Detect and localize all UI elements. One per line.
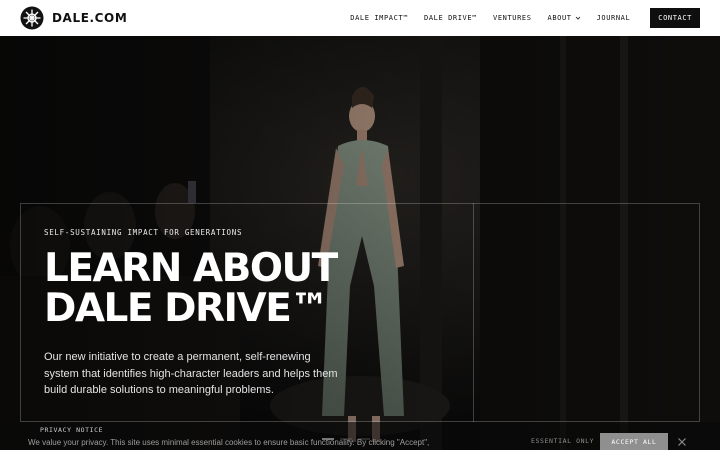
nav-dale-drive[interactable]: DALE DRIVE™ [424,14,477,22]
privacy-notice-text: We value your privacy. This site uses mi… [28,438,430,447]
main-nav: DALE IMPACT™ DALE DRIVE™ VENTURES ABOUT … [350,8,700,28]
accept-all-button[interactable]: ACCEPT ALL [600,433,668,450]
nav-ventures[interactable]: VENTURES [493,14,532,22]
essential-only-button[interactable]: ESSENTIAL ONLY [531,437,594,445]
nav-about-label: ABOUT [547,14,572,22]
hero-headline-line-2: DALE DRIVE™ [44,286,329,331]
close-icon[interactable] [677,437,687,447]
logo-text: DALE.COM [52,11,128,25]
hero-section: SELF-SUSTAINING IMPACT FOR GENERATIONS L… [0,36,720,450]
site-header: DALE.COM DALE IMPACT™ DALE DRIVE™ VENTUR… [0,0,720,36]
logo[interactable]: DALE.COM [20,6,127,30]
chevron-down-icon [575,16,580,20]
hero-body: Our new initiative to create a permanent… [44,351,338,396]
privacy-notice-title: PRIVACY NOTICE [40,426,104,434]
hero-frame-divider [473,203,474,422]
hero-headline: LEARN ABOUT DALE DRIVE™ [44,249,404,329]
logo-mark-icon [20,6,44,30]
hero-eyebrow: SELF-SUSTAINING IMPACT FOR GENERATIONS [44,228,243,237]
hero-headline-line-1: LEARN ABOUT [44,246,338,291]
contact-button[interactable]: CONTACT [650,8,700,28]
nav-dale-impact[interactable]: DALE IMPACT™ [350,14,408,22]
nav-about[interactable]: ABOUT [548,14,581,22]
nav-journal[interactable]: JOURNAL [597,14,631,22]
